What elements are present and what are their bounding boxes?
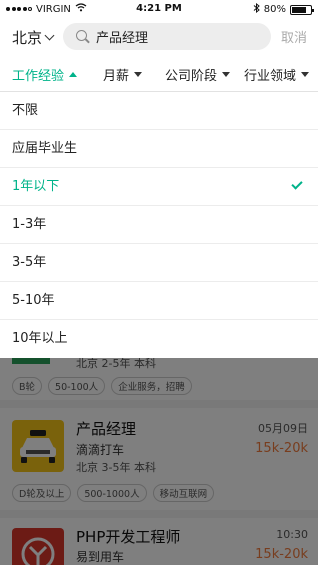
option-3-5-years[interactable]: 3-5年 xyxy=(0,244,318,282)
tab-label: 行业领域 xyxy=(244,69,297,84)
search-header: 北京 取消 xyxy=(0,18,318,54)
filter-tabs: 工作经验 月薪 公司阶段 行业领域 xyxy=(0,54,318,92)
tab-company-stage[interactable]: 公司阶段 xyxy=(165,65,231,84)
bluetooth-icon xyxy=(253,2,260,16)
option-label: 3-5年 xyxy=(12,255,47,270)
tab-label: 月薪 xyxy=(103,69,130,84)
chevron-down-icon xyxy=(44,30,55,41)
cancel-button[interactable]: 取消 xyxy=(281,27,307,46)
city-label: 北京 xyxy=(12,29,43,47)
experience-dropdown: 不限 应届毕业生 1年以下 1-3年 3-5年 5-10年 10年以上 xyxy=(0,92,318,358)
option-10-plus-years[interactable]: 10年以上 xyxy=(0,320,318,358)
tab-label: 工作经验 xyxy=(12,69,65,84)
option-label: 1年以下 xyxy=(12,179,60,194)
tab-salary[interactable]: 月薪 xyxy=(103,65,143,84)
tab-industry[interactable]: 行业领域 xyxy=(244,65,310,84)
tab-label: 公司阶段 xyxy=(165,69,218,84)
caret-down-icon xyxy=(301,72,310,77)
option-label: 1-3年 xyxy=(12,217,47,232)
caret-down-icon xyxy=(222,72,231,77)
search-box[interactable] xyxy=(63,23,271,50)
caret-down-icon xyxy=(134,72,143,77)
city-selector[interactable]: 北京 xyxy=(12,27,55,48)
option-label: 5-10年 xyxy=(12,293,55,308)
checkmark-icon xyxy=(291,178,303,190)
search-input[interactable] xyxy=(96,27,261,46)
option-label: 不限 xyxy=(12,103,39,118)
status-bar: VIRGIN 4:21 PM 80% xyxy=(0,0,318,18)
tab-experience[interactable]: 工作经验 xyxy=(12,65,78,84)
option-any[interactable]: 不限 xyxy=(0,92,318,130)
option-new-graduate[interactable]: 应届毕业生 xyxy=(0,130,318,168)
option-1-3-years[interactable]: 1-3年 xyxy=(0,206,318,244)
option-5-10-years[interactable]: 5-10年 xyxy=(0,282,318,320)
option-label: 应届毕业生 xyxy=(12,141,78,156)
option-label: 10年以上 xyxy=(12,331,68,346)
option-under-1-year[interactable]: 1年以下 xyxy=(0,168,318,206)
search-icon xyxy=(76,30,87,41)
dim-overlay[interactable] xyxy=(0,358,318,565)
caret-up-icon xyxy=(69,72,78,77)
battery-icon xyxy=(290,4,314,15)
battery-percent: 80% xyxy=(263,4,286,15)
